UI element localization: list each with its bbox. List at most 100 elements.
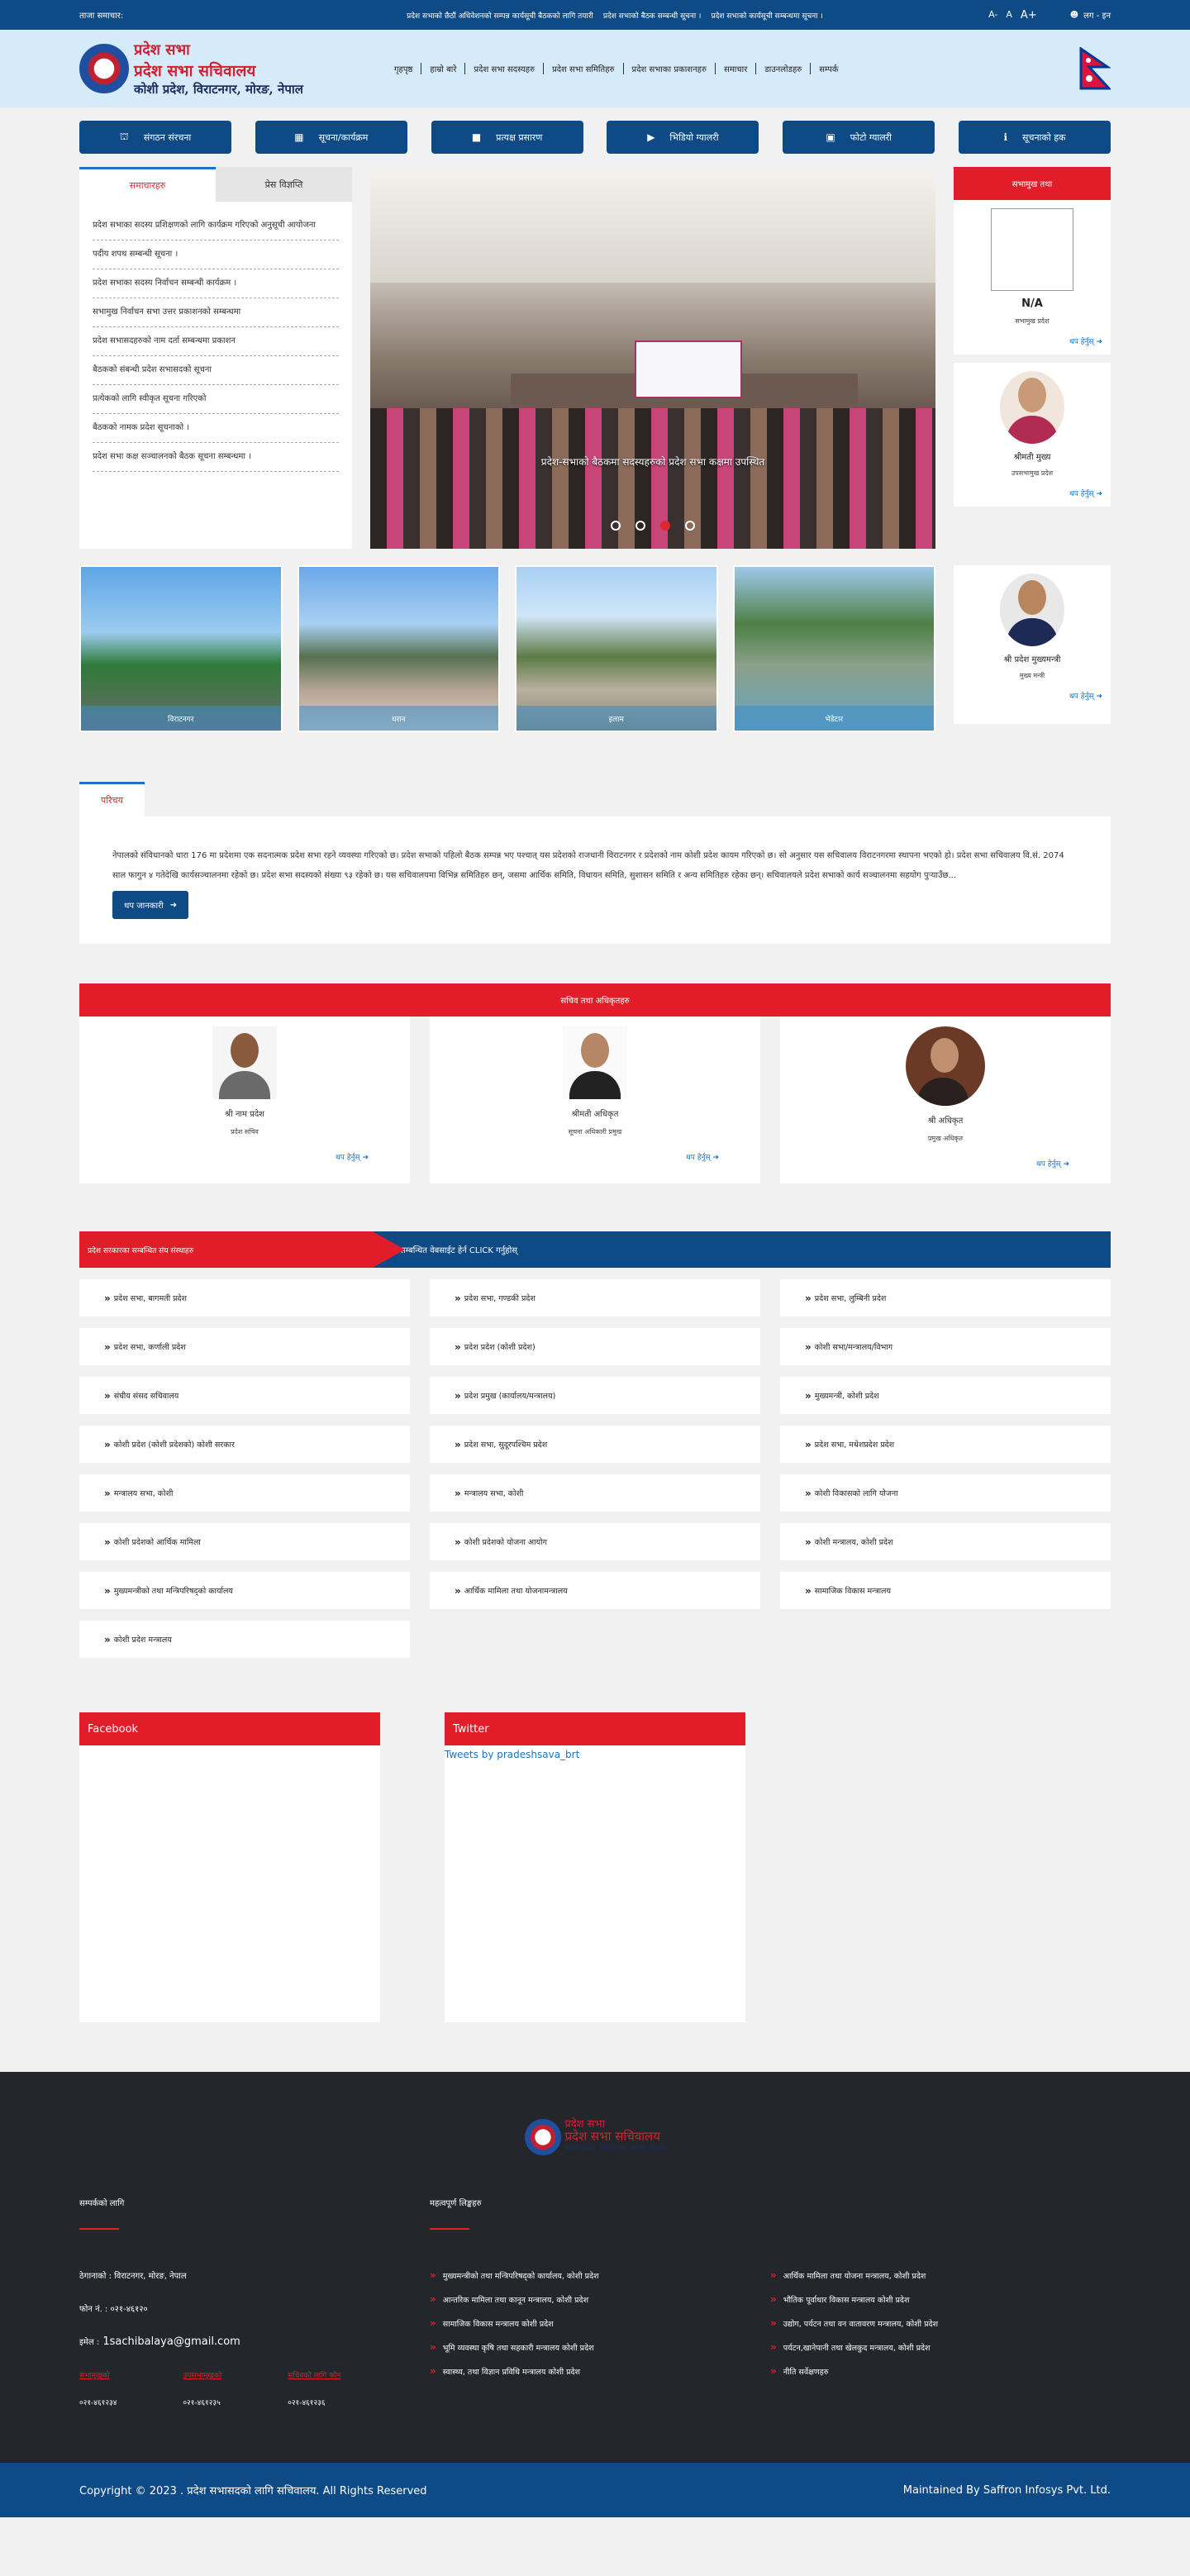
slider-dot[interactable] <box>611 521 621 531</box>
footer-link[interactable]: » उद्योग, पर्यटन तथा वन वातावरण मन्त्रालय… <box>770 2317 1111 2329</box>
related-link[interactable]: » कोशी प्रदेश (कोशी प्रदेशको) कोशी सरकार <box>79 1426 410 1463</box>
footer-link[interactable]: » आन्तरिक मामिला तथा कानून मन्त्रालय, कोश… <box>430 2293 770 2305</box>
nav-item-committees[interactable]: प्रदेश सभा समितिहरु <box>544 63 624 74</box>
related-link[interactable]: » कोशी प्रदेशको योजना आयोग <box>430 1523 760 1560</box>
site-logo[interactable]: प्रदेश सभा प्रदेश सभा सचिवालय कोशी प्रदे… <box>79 40 303 98</box>
news-item[interactable]: बैठकको नामक प्रदेश सूचनाको । <box>93 414 339 443</box>
related-link[interactable]: » कोशी प्रदेशको आर्थिक मामिला <box>79 1523 410 1560</box>
footer-link[interactable]: » नीति सर्वेक्षणहरु <box>770 2365 1111 2377</box>
related-link[interactable]: » प्रदेश सभा, सुदूरपश्चिम प्रदेश <box>430 1426 760 1463</box>
related-link[interactable]: » संघीय संसद सचिवालय <box>79 1377 410 1414</box>
live-stream-button[interactable]: ■ प्रत्यक्ष प्रसारण <box>431 121 583 154</box>
font-increase-button[interactable]: A+ <box>1021 9 1037 21</box>
footer-link[interactable]: » आर्थिक मामिला तथा योजना मन्त्रालय, कोशी… <box>770 2269 1111 2281</box>
gallery-image[interactable]: धरान <box>297 565 500 732</box>
footer-link[interactable]: » स्वास्थ्य, तथा विज्ञान प्रविधि मन्त्राल… <box>430 2365 770 2377</box>
related-link[interactable]: » मन्त्रालय सभा, कोशी <box>79 1474 410 1512</box>
twitter-timeline-link[interactable]: Tweets by pradeshsava_brt <box>445 1749 745 1760</box>
photo-gallery-button[interactable]: ▣ फोटो ग्यालरी <box>783 121 935 154</box>
person-photo <box>1000 371 1064 444</box>
view-more-link[interactable]: थप हेर्नुस् ➜ <box>797 1158 1094 1169</box>
news-item[interactable]: पदीय शपथ सम्बन्धी सूचना । <box>93 240 339 269</box>
news-item[interactable]: प्रदेश सभासदहरुको नाम दर्ता सम्बन्धमा प्… <box>93 327 339 356</box>
related-link-label: कोशी विकासको लागि योजना <box>814 1489 898 1498</box>
view-more-link[interactable]: थप हेर्नुस् ➜ <box>962 690 1102 701</box>
footer-link[interactable]: » पर्यटन,खानेपानी तथा खेलकुद मन्त्रालय, क… <box>770 2341 1111 2353</box>
nav-item-members[interactable]: प्रदेश सभा सदस्यहरु <box>465 63 545 74</box>
nav-item-contact[interactable]: सम्पर्क <box>811 63 846 74</box>
news-ticker[interactable]: प्रदेश सभाको छैठौं अधिवेशनको सम्पन्न कार… <box>407 10 977 21</box>
related-link[interactable]: » कोशी सभा/मन्त्रालय/विभाग <box>780 1328 1111 1365</box>
tab-news[interactable]: समाचारहरु <box>79 167 216 202</box>
related-link[interactable]: » प्रदेश सभा, बागमती प्रदेश <box>79 1279 410 1317</box>
view-more-link[interactable]: थप हेर्नुस् ➜ <box>962 336 1102 346</box>
related-link[interactable]: » प्रदेश प्रमुख (कार्यालय/मन्त्रालय) <box>430 1377 760 1414</box>
facebook-widget[interactable]: Facebook <box>79 1712 380 2022</box>
login-link[interactable]: ☻ लग - इन <box>1070 9 1111 21</box>
news-item[interactable]: सभामुख निर्वाचन सभा उत्तर प्रकाशनको सम्ब… <box>93 298 339 327</box>
related-link[interactable]: » मन्त्रालय सभा, कोशी <box>430 1474 760 1512</box>
news-panel: समाचारहरु प्रेस विज्ञप्ति प्रदेश सभाका स… <box>79 167 352 549</box>
related-link[interactable]: » सामाजिक विकास मन्त्रालय <box>780 1572 1111 1609</box>
phone-label[interactable]: सभामुखको <box>79 2369 117 2380</box>
footer-email[interactable]: इमेल : 1sachibalaya@gmail.com <box>79 2336 430 2348</box>
nav-item-home[interactable]: गृहपृष्ठ <box>386 63 422 74</box>
ticker-item[interactable]: प्रदेश सभाको कार्यसूची सम्बन्धमा सूचना । <box>711 10 822 21</box>
slider-dot[interactable] <box>635 521 645 531</box>
org-structure-button[interactable]: ⛫ संगठन संरचना <box>79 121 231 154</box>
related-link[interactable]: » कोशी मन्त्रालय, कोशी प्रदेश <box>780 1523 1111 1560</box>
related-link[interactable]: » प्रदेश सभा, कर्णाली प्रदेश <box>79 1328 410 1365</box>
font-decrease-button[interactable]: A- <box>988 9 997 21</box>
related-link[interactable]: » प्रदेश प्रदेश (कोशी प्रदेश) <box>430 1328 760 1365</box>
slider-dot[interactable] <box>685 521 695 531</box>
related-link[interactable]: » प्रदेश सभा, लुम्बिनी प्रदेश <box>780 1279 1111 1317</box>
related-link[interactable]: » प्रदेश सभा, गण्डकी प्रदेश <box>430 1279 760 1317</box>
right-to-info-button[interactable]: ℹ सूचनाको हक <box>958 121 1111 154</box>
related-link[interactable]: » कोशी विकासको लागि योजना <box>780 1474 1111 1512</box>
emblem-icon <box>525 2118 562 2155</box>
nav-item-downloads[interactable]: डाउनलोडहरु <box>756 63 812 74</box>
related-link[interactable]: » मुख्यमन्त्री, कोशी प्रदेश <box>780 1377 1111 1414</box>
font-normal-button[interactable]: A <box>1006 9 1012 21</box>
related-link[interactable]: » कोशी प्रदेश मन्त्रालय <box>79 1621 410 1658</box>
view-more-link[interactable]: थप हेर्नुस् ➜ <box>96 1151 393 1162</box>
gallery-image[interactable]: विराटनगर <box>79 565 283 732</box>
related-link-label: कोशी प्रदेशको योजना आयोग <box>464 1538 547 1547</box>
ticker-item[interactable]: प्रदेश सभाको छैठौं अधिवेशनको सम्पन्न कार… <box>407 10 593 21</box>
nav-item-about[interactable]: हाम्रो बारे <box>421 63 466 74</box>
nav-item-news[interactable]: समाचार <box>716 63 757 74</box>
view-more-link[interactable]: थप हेर्नुस् ➜ <box>962 488 1102 498</box>
related-link[interactable]: » प्रदेश सभा, मधेशप्रदेश प्रदेश <box>780 1426 1111 1463</box>
maintainer-text[interactable]: Maintained By Saffron Infosys Pvt. Ltd. <box>903 2484 1111 2497</box>
video-gallery-button[interactable]: ▶ भिडियो ग्यालरी <box>607 121 759 154</box>
news-item[interactable]: प्रत्येकको लागि स्वीकृत सूचना गरिएको <box>93 385 339 414</box>
image-slider[interactable]: प्रदेश-सभाको बैठकमा सदस्यहरुको प्रदेश सभ… <box>370 167 935 549</box>
news-item[interactable]: बैठकको संबन्धी प्रदेश सभासदको सूचना <box>93 356 339 385</box>
double-chevron-icon: » <box>104 1340 111 1353</box>
ticker-item[interactable]: प्रदेश सभाको बैठक सम्बन्धी सूचना । <box>603 10 702 21</box>
footer-link[interactable]: » मुख्यमन्त्रीको तथा मन्त्रिपरिषद्को कार्… <box>430 2269 770 2281</box>
phone-label[interactable]: उपसभामुखको <box>183 2369 221 2380</box>
news-item[interactable]: प्रदेश सभाका सदस्य प्रशिक्षणको लागि कार्… <box>93 212 339 240</box>
related-link[interactable]: » मुख्यमन्त्रीको तथा मन्त्रिपरिषद्को कार्… <box>79 1572 410 1609</box>
twitter-widget[interactable]: Twitter Tweets by pradeshsava_brt <box>445 1712 745 2022</box>
nav-item-publications[interactable]: प्रदेश सभाका प्रकाशनहरु <box>624 63 716 74</box>
notice-program-button[interactable]: ▦ सूचना/कार्यक्रम <box>255 121 407 154</box>
related-link[interactable]: » आर्थिक मामिला तथा योजनामन्त्रालय <box>430 1572 760 1609</box>
button-label: भिडियो ग्यालरी <box>669 131 719 143</box>
read-more-button[interactable]: थप जानकारी ➜ <box>112 891 189 919</box>
view-more-link[interactable]: थप हेर्नुस् ➜ <box>446 1151 744 1162</box>
footer-link[interactable]: » भूमि व्यवस्था कृषि तथा सहकारी मन्त्रालय… <box>430 2341 770 2353</box>
gallery-image[interactable]: भेडेटार <box>732 565 935 732</box>
footer-link-label: मुख्यमन्त्रीको तथा मन्त्रिपरिषद्को कार्य… <box>442 2271 599 2281</box>
gallery-image[interactable]: इलाम <box>515 565 718 732</box>
news-item[interactable]: प्रदेश सभाका सदस्य निर्वाचन सम्बन्धी कार… <box>93 269 339 298</box>
tab-press-release[interactable]: प्रेस विज्ञप्ति <box>216 167 352 202</box>
footer-link[interactable]: » भौतिक पूर्वाधार विकास मन्त्रालय कोशी प्… <box>770 2293 1111 2305</box>
footer-link[interactable]: » सामाजिक विकास मन्त्रालय कोशी प्रदेश <box>430 2317 770 2329</box>
phone-label[interactable]: सचिवको लागि फोन <box>288 2369 340 2380</box>
tab-introduction[interactable]: परिचय <box>79 782 145 817</box>
slider-dot-active[interactable] <box>660 521 670 531</box>
news-item[interactable]: प्रदेश सभा कक्ष सञ्चालनको बैठक सूचना सम्… <box>93 443 339 472</box>
gallery-caption: धरान <box>298 706 498 731</box>
